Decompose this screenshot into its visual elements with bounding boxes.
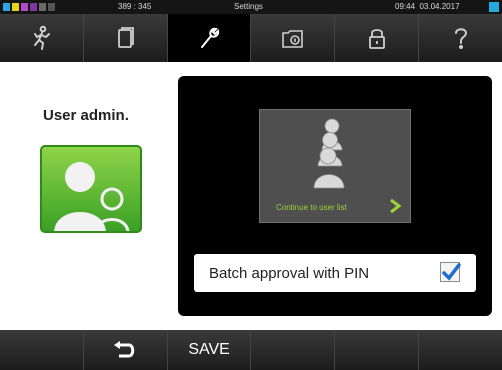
indicator-icon [48,3,55,11]
indicator-icon [30,3,37,11]
checkmark-icon [442,263,461,281]
documents-icon [118,27,135,48]
coordinates-readout: 389 : 345 [118,2,152,11]
user-group-icon [313,118,345,189]
save-button[interactable]: SAVE [168,330,252,370]
help-icon [454,28,467,49]
user-admin-icon [40,145,142,233]
users-icon [54,162,130,231]
indicator-icon [39,3,46,11]
bottom-spacer [335,330,420,370]
tab-settings[interactable] [167,14,252,62]
device-info-icon [282,30,303,48]
tab-device-info[interactable] [251,14,336,62]
main-nav [0,14,502,62]
bottom-spacer [251,330,336,370]
indicator-icon [21,3,28,11]
bottom-spacer [0,330,84,370]
chevron-right-icon [390,198,402,214]
tab-documents[interactable] [84,14,168,62]
time: 09:44 [395,2,416,11]
page-title: User admin. [43,107,129,124]
indicator-icon [12,3,19,11]
batch-approval-checkbox[interactable] [440,262,461,282]
tab-program[interactable] [0,14,84,62]
padlock-icon [368,29,385,49]
play-indicator-icon [3,3,10,11]
batch-approval-label: Batch approval with PIN [209,265,370,282]
batch-approval-row[interactable]: Batch approval with PIN [194,254,476,292]
status-icon [489,2,499,12]
back-arrow-icon [114,341,135,358]
user-list-button[interactable]: Continue to user list [259,109,411,223]
user-list-label: Continue to user list [276,203,347,212]
bottom-bar: SAVE [0,330,502,370]
tab-security[interactable] [335,14,420,62]
bottom-spacer [419,330,502,370]
back-button[interactable] [84,330,168,370]
screen-title: Settings [234,2,263,11]
status-bar: 389 : 345 Settings 09:44 03.04.2017 [0,0,502,14]
running-man-icon [34,25,51,50]
settings-panel: Continue to user list Batch approval wit… [178,76,492,316]
datetime: 09:44 03.04.2017 [395,2,460,11]
date: 03.04.2017 [419,2,460,11]
tab-help[interactable] [419,14,502,62]
wrench-icon [201,27,220,48]
